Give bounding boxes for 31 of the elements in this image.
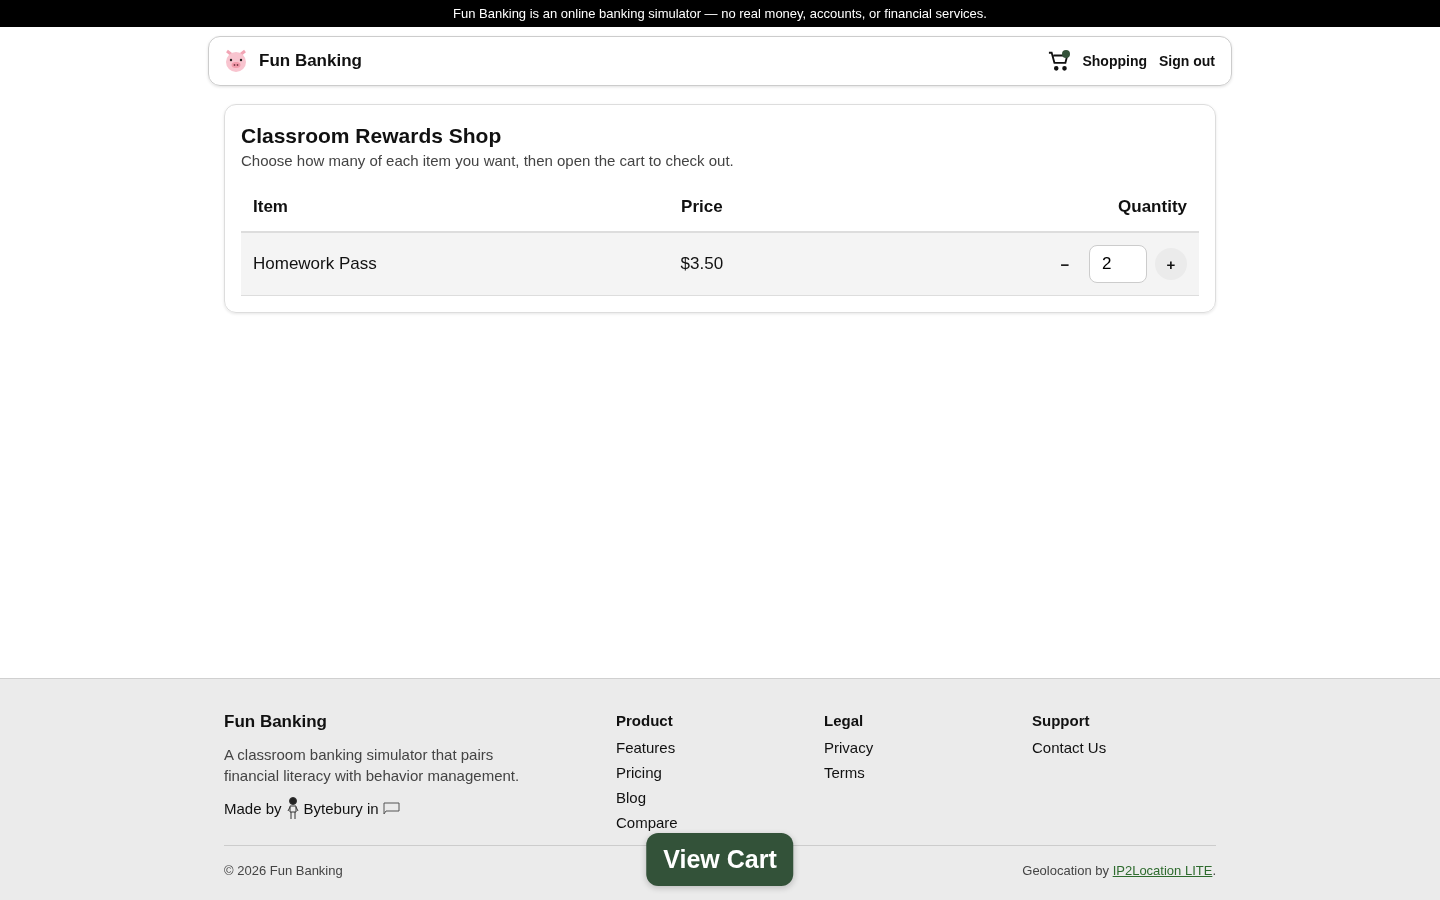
footer-link[interactable]: Contact Us [1032, 735, 1216, 760]
footer-brand: Fun Banking [224, 712, 328, 732]
footer-heading: Product [616, 712, 674, 729]
view-cart-button[interactable]: View Cart [646, 833, 794, 886]
price-cell: $3.50 [617, 232, 787, 296]
quantity-field[interactable]: 2 [1089, 245, 1147, 283]
shop-title: Classroom Rewards Shop [241, 124, 503, 148]
cart-icon[interactable] [1048, 50, 1071, 72]
decrement-button[interactable]: − [1049, 248, 1081, 280]
footer-link[interactable]: Compare [616, 810, 824, 835]
geolocation-credit: Geolocation by IP2Location LITE. [1022, 863, 1216, 878]
footer-link[interactable]: Blog [616, 785, 824, 810]
item-cell: Homework Pass [241, 232, 618, 296]
footer-link[interactable]: Pricing [616, 760, 824, 785]
pig-icon [223, 48, 249, 74]
footer-link[interactable]: Privacy [824, 735, 1032, 760]
footer-heading: Legal [824, 712, 865, 729]
copyright-text: © 2026 Fun Banking [224, 863, 343, 878]
footer-link[interactable]: Terms [824, 760, 1032, 785]
maker-text: Bytebury in [303, 799, 379, 817]
person-icon [285, 796, 300, 820]
footer-description: A classroom banking simulator that pairs financial literacy with behavior management. [224, 745, 521, 786]
brand-name: Fun Banking [259, 51, 363, 71]
shop-subtitle: Choose how many of each item you want, then open the cart to check out. [241, 152, 735, 169]
made-by-text: Made by [224, 799, 282, 817]
disclaimer-banner: Fun Banking is an online banking simulator — no real money, accounts, or financial services. [0, 0, 1440, 27]
nav-link[interactable]: Shopping [1082, 53, 1147, 69]
footer-heading: Support [1032, 712, 1091, 729]
increment-button[interactable]: + [1155, 248, 1187, 280]
nav-link[interactable]: Sign out [1159, 53, 1215, 69]
footer-link[interactable]: Features [616, 735, 824, 760]
